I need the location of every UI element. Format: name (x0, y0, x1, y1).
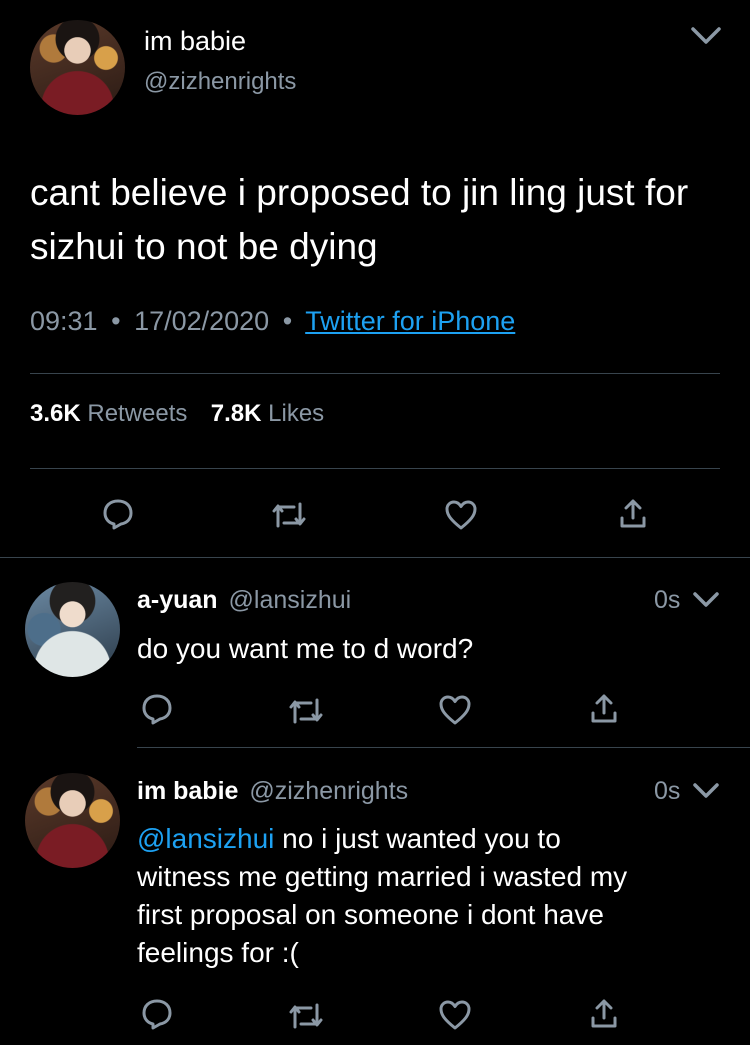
reply-handle[interactable]: @lansizhui (229, 586, 352, 614)
reply-header: im babie @zizhenrights (137, 777, 408, 806)
chevron-down-icon[interactable] (692, 782, 720, 800)
divider (30, 468, 720, 469)
chevron-down-icon[interactable] (690, 26, 722, 46)
reply-timestamp: 0s (654, 777, 681, 805)
likes-label: Likes (268, 400, 325, 427)
meta-separator: • (282, 306, 293, 336)
author-avatar[interactable] (30, 20, 125, 115)
reply-avatar[interactable] (25, 582, 120, 677)
chevron-down-icon[interactable] (692, 591, 720, 609)
heart-icon[interactable] (438, 694, 472, 726)
reply-text: do you want me to d word? (137, 633, 474, 664)
mention-link[interactable]: @lansizhui (137, 823, 274, 854)
retweet-arrows-icon[interactable] (287, 696, 325, 726)
share-arrow-icon[interactable] (589, 998, 619, 1030)
reply-text-line: feelings for :( (137, 937, 299, 968)
tweet-meta: 09:31 • 17/02/2020 • Twitter for iPhone (30, 306, 515, 337)
share-arrow-icon[interactable] (618, 498, 648, 530)
share-arrow-icon[interactable] (589, 693, 619, 725)
likes-stat[interactable]: 7.8K Likes (211, 400, 324, 427)
speech-bubble-icon[interactable] (101, 497, 135, 531)
reply-text: @lansizhui no i just wanted you to witne… (137, 820, 737, 972)
reply-text-line: witness me getting married i wasted my (137, 861, 628, 892)
author-display-name[interactable]: im babie (144, 26, 246, 57)
reply-timestamp: 0s (654, 586, 681, 614)
reply-avatar[interactable] (25, 773, 120, 868)
divider (30, 373, 720, 374)
reply-display-name[interactable]: im babie (137, 777, 238, 805)
tweet-stats: 3.6K Retweets 7.8K Likes (30, 400, 324, 428)
heart-icon[interactable] (444, 499, 478, 531)
divider (0, 557, 750, 558)
author-handle[interactable]: @zizhenrights (144, 68, 296, 96)
retweets-label: Retweets (87, 400, 188, 427)
retweet-arrows-icon[interactable] (270, 500, 308, 530)
heart-icon[interactable] (438, 999, 472, 1031)
tweet-date: 17/02/2020 (134, 306, 270, 336)
reply-header: a-yuan @lansizhui (137, 586, 351, 615)
reply-text-line: @lansizhui no i just wanted you to (137, 820, 737, 858)
likes-count: 7.8K (210, 400, 262, 427)
tweet-text: cant believe i proposed to jin ling just… (30, 172, 689, 267)
retweets-count: 3.6K (30, 400, 81, 427)
speech-bubble-icon[interactable] (140, 692, 174, 726)
retweet-arrows-icon[interactable] (287, 1001, 325, 1031)
tweet-source-link[interactable]: Twitter for iPhone (305, 306, 515, 336)
reply-handle[interactable]: @zizhenrights (249, 777, 408, 805)
divider (137, 747, 750, 748)
meta-separator: • (111, 306, 121, 336)
speech-bubble-icon[interactable] (140, 997, 174, 1031)
reply-display-name[interactable]: a-yuan (137, 586, 218, 614)
retweets-stat[interactable]: 3.6K Retweets (30, 400, 187, 427)
reply-text-line: first proposal on someone i dont have (137, 899, 604, 930)
tweet-time: 09:31 (30, 306, 98, 336)
reply-text-segment: no i just wanted you to (274, 823, 561, 854)
